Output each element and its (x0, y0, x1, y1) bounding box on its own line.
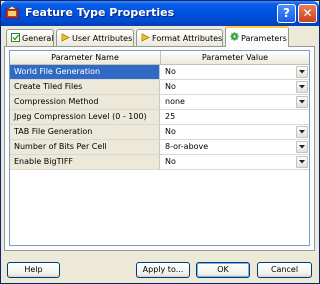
parameter-value-select[interactable]: none (161, 95, 309, 109)
close-button[interactable]: ✕ (298, 4, 317, 23)
parameter-value: No (165, 127, 176, 136)
user-attributes-icon (61, 33, 70, 42)
parameter-value-select[interactable]: No (161, 155, 309, 169)
general-icon (11, 33, 20, 42)
help-button[interactable]: Help (7, 262, 60, 278)
parameter-name: Compression Method (10, 95, 160, 109)
tab-label: User Attributes (72, 34, 133, 43)
tab-parameters[interactable]: Parameters (225, 26, 289, 47)
parameter-name: Number of Bits Per Cell (10, 140, 160, 154)
parameter-value: 8-or-above (165, 142, 209, 151)
parameter-name: World File Generation (10, 65, 160, 79)
parameter-value-select[interactable]: No (161, 80, 309, 94)
apply-to-button[interactable]: Apply to... (136, 262, 190, 278)
parameter-value: No (165, 157, 176, 166)
dropdown-arrow-icon[interactable] (296, 126, 308, 138)
grid-row-compression-method[interactable]: Compression Method none (10, 95, 309, 110)
format-attributes-icon (141, 33, 150, 42)
parameter-value-input[interactable]: 25 (161, 110, 309, 124)
parameter-value: 25 (165, 112, 176, 121)
parameter-name: TAB File Generation (10, 125, 160, 139)
tab-label: General (22, 34, 54, 43)
grid-row-number-of-bits-per-cell[interactable]: Number of Bits Per Cell 8-or-above (10, 140, 309, 155)
dropdown-arrow-icon[interactable] (296, 81, 308, 93)
tab-format-attributes[interactable]: Format Attributes (136, 29, 223, 46)
parameter-value: none (165, 97, 185, 106)
grid-row-create-tiled-files[interactable]: Create Tiled Files No (10, 80, 309, 95)
parameters-panel: Parameter Name Parameter Value World Fil… (4, 46, 315, 251)
title-bar[interactable]: Feature Type Properties ? ✕ (1, 1, 319, 26)
parameter-value: No (165, 67, 176, 76)
parameter-value-select[interactable]: 8-or-above (161, 140, 309, 154)
app-icon (5, 6, 19, 19)
cancel-button[interactable]: Cancel (257, 262, 312, 278)
parameter-name: Enable BigTIFF (10, 155, 160, 169)
ok-button[interactable]: OK (196, 262, 250, 278)
gear-icon (230, 32, 239, 41)
dropdown-arrow-icon[interactable] (296, 66, 308, 78)
tab-user-attributes[interactable]: User Attributes (56, 29, 134, 46)
tab-general[interactable]: General (6, 29, 54, 46)
parameter-name: Create Tiled Files (10, 80, 160, 94)
column-header-parameter-name[interactable]: Parameter Name (10, 51, 161, 64)
dropdown-arrow-icon[interactable] (296, 96, 308, 108)
window-title: Feature Type Properties (25, 6, 175, 19)
grid-row-tab-file-generation[interactable]: TAB File Generation No (10, 125, 309, 140)
tab-label: Parameters (241, 34, 287, 43)
help-title-button[interactable]: ? (277, 4, 296, 23)
grid-header: Parameter Name Parameter Value (10, 51, 309, 65)
grid-row-enable-bigtiff[interactable]: Enable BigTIFF No (10, 155, 309, 170)
grid-row-jpeg-compression-level[interactable]: Jpeg Compression Level (0 - 100) 25 (10, 110, 309, 125)
grid-row-world-file-generation[interactable]: World File Generation No (10, 65, 309, 80)
parameter-name: Jpeg Compression Level (0 - 100) (10, 110, 160, 124)
parameter-value-select[interactable]: No (161, 65, 309, 79)
feature-type-properties-dialog: Feature Type Properties ? ✕ General User… (0, 0, 320, 284)
tab-label: Format Attributes (152, 34, 223, 43)
dropdown-arrow-icon[interactable] (296, 141, 308, 153)
parameter-value-select[interactable]: No (161, 125, 309, 139)
column-header-parameter-value[interactable]: Parameter Value (161, 51, 309, 64)
dropdown-arrow-icon[interactable] (296, 156, 308, 168)
parameter-grid: Parameter Name Parameter Value World Fil… (9, 50, 310, 246)
parameter-value: No (165, 82, 176, 91)
